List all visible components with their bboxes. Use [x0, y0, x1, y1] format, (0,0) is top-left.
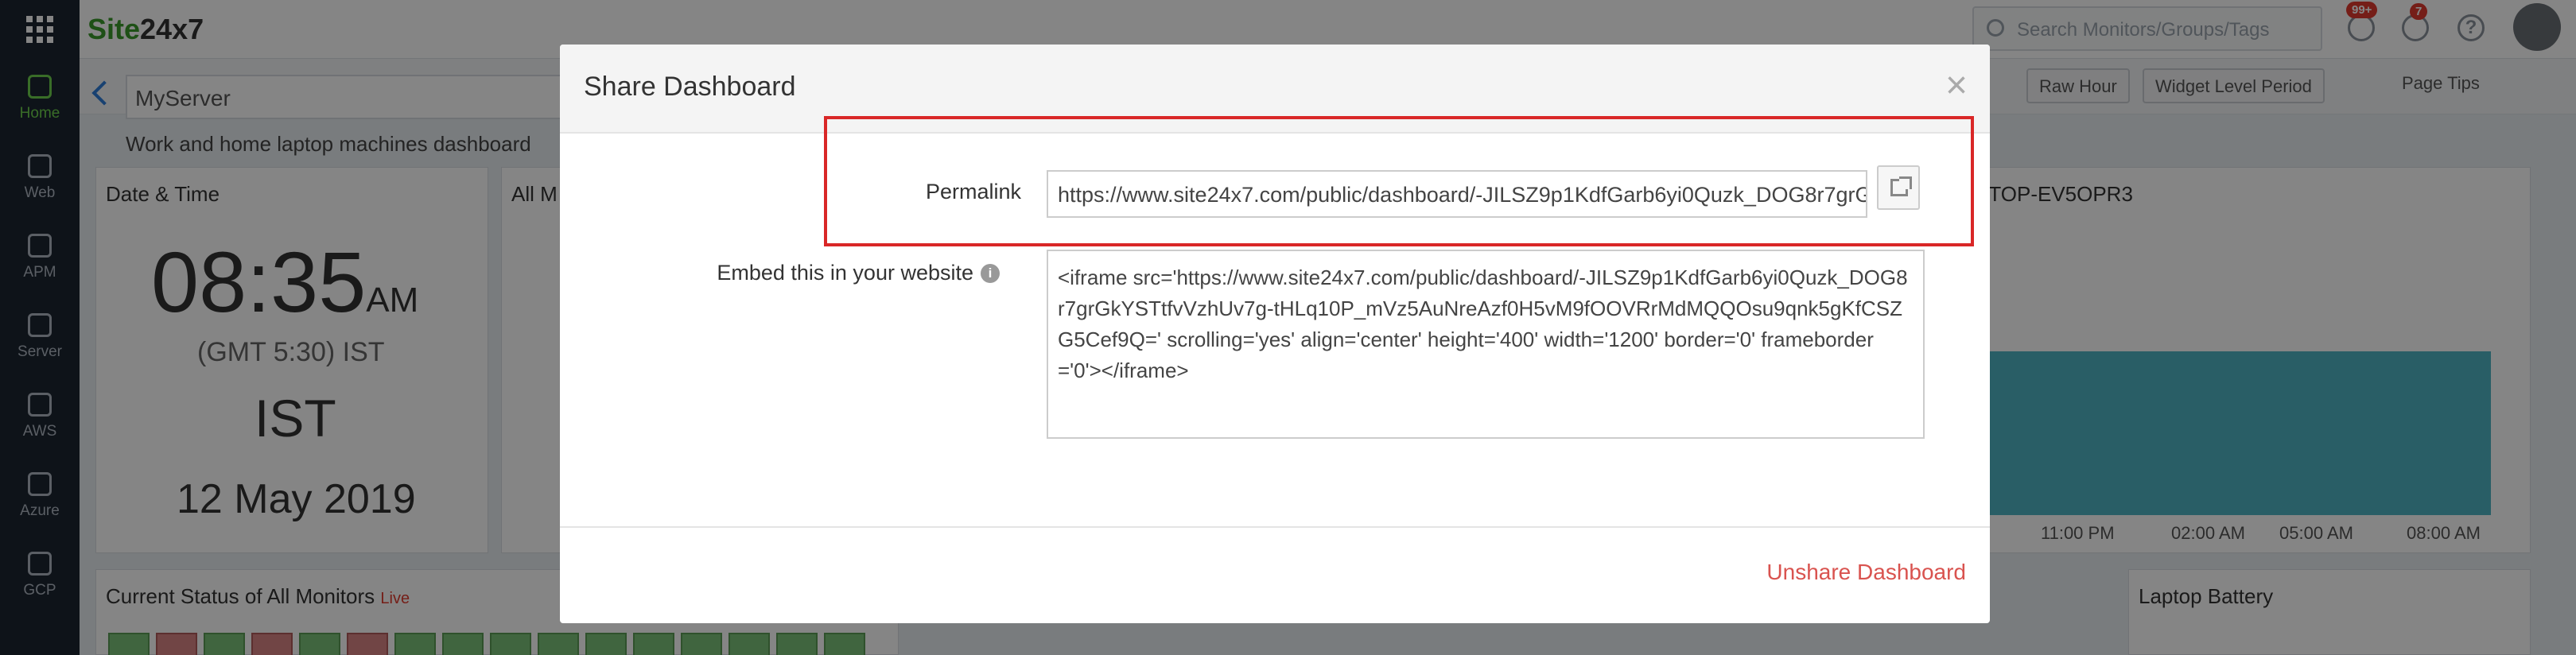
permalink-highlight-box [824, 116, 1974, 246]
unshare-dashboard-link[interactable]: Unshare Dashboard [1766, 560, 1966, 585]
modal-title: Share Dashboard [584, 72, 796, 102]
embed-code-textarea[interactable]: <iframe src='https://www.site24x7.com/pu… [1047, 250, 1925, 439]
divider [560, 526, 1990, 528]
close-icon[interactable]: × [1945, 67, 1968, 105]
info-icon[interactable]: i [981, 264, 1000, 283]
embed-label: Embed this in your website [717, 261, 973, 285]
